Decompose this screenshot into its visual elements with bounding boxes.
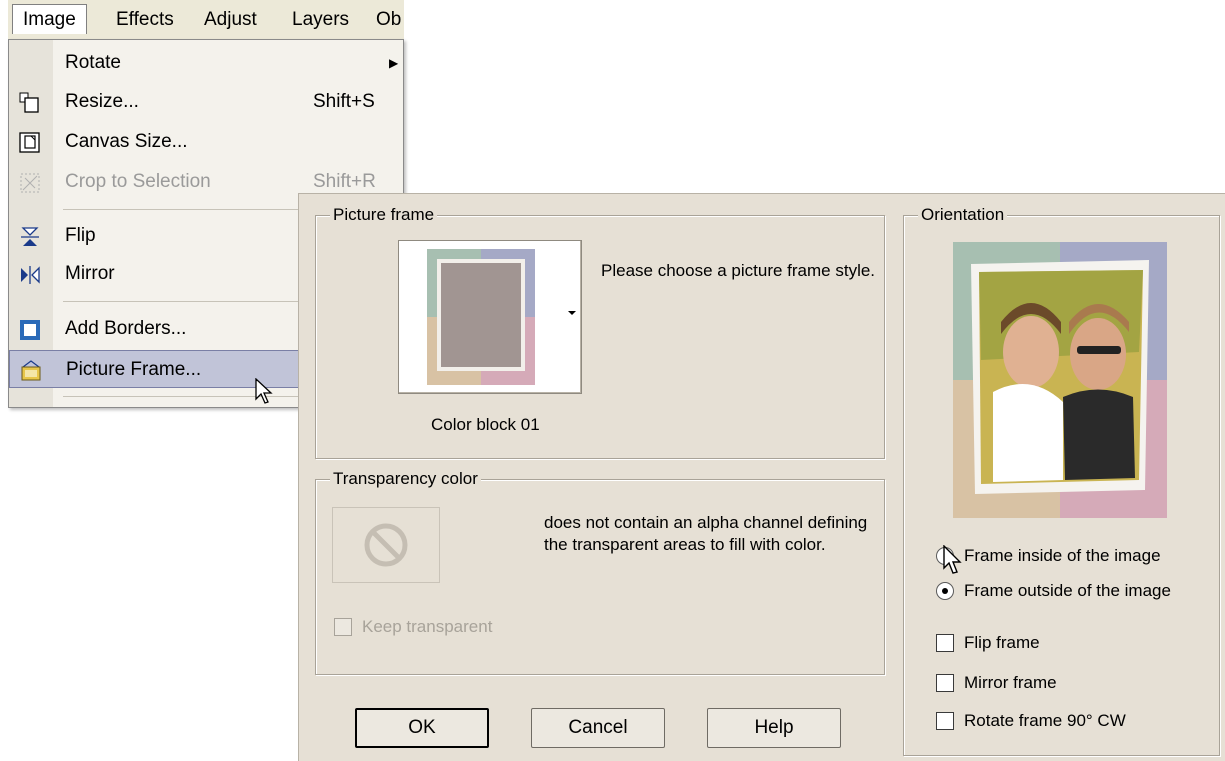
menu-item-label: Mirror bbox=[65, 263, 115, 284]
menu-item-label: Flip bbox=[65, 225, 96, 246]
rotate-frame-checkbox[interactable] bbox=[936, 712, 954, 730]
flip-frame-checkbox[interactable] bbox=[936, 634, 954, 652]
orientation-preview-photo bbox=[953, 242, 1167, 518]
menu-item-label: Picture Frame... bbox=[66, 359, 202, 380]
frame-outside-radio[interactable] bbox=[936, 582, 954, 600]
canvas-size-icon bbox=[19, 132, 40, 153]
keep-transparent-checkbox[interactable] bbox=[334, 618, 352, 636]
menu-item-shortcut: Shift+S bbox=[313, 91, 375, 112]
crop-icon bbox=[20, 173, 40, 193]
chevron-down-icon bbox=[568, 311, 576, 315]
menu-item-label: Rotate bbox=[65, 52, 121, 73]
frame-inside-label: Frame inside of the image bbox=[964, 546, 1161, 565]
menu-objects[interactable]: Ob bbox=[366, 8, 411, 38]
mirror-frame-checkbox[interactable] bbox=[936, 674, 954, 692]
flip-icon bbox=[21, 227, 39, 246]
no-entry-icon bbox=[364, 523, 408, 567]
mirror-frame-label: Mirror frame bbox=[964, 673, 1057, 692]
cancel-button[interactable]: Cancel bbox=[531, 708, 665, 748]
submenu-arrow-icon: ▶ bbox=[389, 56, 399, 70]
frame-style-dropdown[interactable] bbox=[398, 240, 582, 394]
menu-item-resize[interactable]: Resize... Shift+S bbox=[9, 83, 403, 121]
group-title: Transparency color bbox=[330, 468, 481, 490]
picture-frame-icon bbox=[21, 360, 41, 381]
menu-image[interactable]: Image bbox=[12, 4, 87, 34]
selected-frame-name: Color block 01 bbox=[431, 415, 540, 434]
transparency-color-swatch[interactable] bbox=[332, 507, 440, 583]
frame-preview-thumbnail bbox=[427, 249, 535, 385]
menu-item-canvas-size[interactable]: Canvas Size... bbox=[9, 123, 403, 161]
radio-selected-dot bbox=[942, 588, 948, 594]
menu-item-label: Add Borders... bbox=[65, 318, 187, 339]
menu-effects[interactable]: Effects bbox=[106, 8, 184, 38]
rotate-frame-label: Rotate frame 90° CW bbox=[964, 711, 1126, 730]
menu-item-label: Canvas Size... bbox=[65, 131, 188, 152]
ok-button[interactable]: OK bbox=[355, 708, 489, 748]
picture-frame-group: Picture frame Please choose a picture fr… bbox=[315, 204, 885, 459]
menu-bar: Image Effects Adjust Layers Ob bbox=[8, 0, 404, 41]
add-borders-icon bbox=[20, 320, 40, 340]
flip-frame-label: Flip frame bbox=[964, 633, 1040, 652]
menu-item-rotate[interactable]: Rotate ▶ bbox=[9, 44, 403, 82]
menu-layers[interactable]: Layers bbox=[282, 8, 359, 38]
group-title: Orientation bbox=[918, 204, 1008, 226]
resize-icon bbox=[19, 92, 39, 113]
group-title: Picture frame bbox=[330, 204, 438, 226]
help-button[interactable]: Help bbox=[707, 708, 841, 748]
menu-item-label: Resize... bbox=[65, 91, 139, 112]
mirror-icon bbox=[21, 266, 40, 284]
frame-instruction: Please choose a picture frame style. bbox=[601, 261, 876, 280]
transparency-color-group: Transparency color does not contain an a… bbox=[315, 468, 885, 675]
keep-transparent-label: Keep transparent bbox=[362, 617, 493, 636]
frame-inside-radio[interactable] bbox=[936, 547, 954, 565]
menu-item-label: Crop to Selection bbox=[65, 171, 211, 192]
alpha-channel-message: does not contain an alpha channel defini… bbox=[544, 513, 868, 554]
frame-outside-label: Frame outside of the image bbox=[964, 581, 1171, 600]
menu-adjust[interactable]: Adjust bbox=[194, 8, 267, 38]
orientation-group: Orientation Frame inside of the image Fr… bbox=[903, 204, 1220, 756]
picture-frame-dialog: Picture frame Please choose a picture fr… bbox=[298, 193, 1225, 761]
